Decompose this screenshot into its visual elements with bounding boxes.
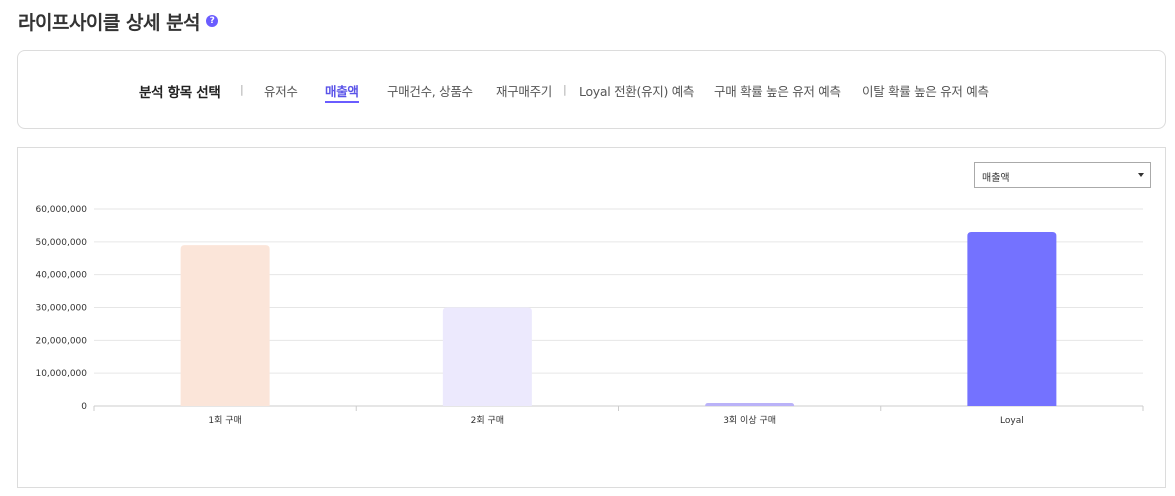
help-icon[interactable]: ? (206, 14, 219, 27)
tab-row: 분석 항목 선택 | 유저수 매출액 구매건수, 상품수 재구매주기 | Loy… (18, 81, 1165, 103)
bar-4 (967, 231, 1057, 406)
tab-separator: | (563, 83, 567, 96)
tab-heading: 분석 항목 선택 (139, 85, 221, 101)
page-title-text: 라이프사이클 상세 분석 (18, 12, 201, 34)
tab-revenue[interactable]: 매출액 (325, 81, 359, 103)
x-category-label: 1회 구매 (208, 415, 241, 426)
y-tick-label: 10,000,000 (35, 369, 87, 379)
y-tick-label: 50,000,000 (35, 238, 87, 248)
tab-purchase-count[interactable]: 구매건수, 상품수 (387, 81, 473, 100)
analysis-item-selector: 분석 항목 선택 | 유저수 매출액 구매건수, 상품수 재구매주기 | Loy… (17, 50, 1166, 129)
x-category-label: 2회 구매 (471, 415, 504, 426)
x-category-label: 3회 이상 구매 (723, 415, 776, 426)
y-tick-label: 30,000,000 (35, 304, 87, 314)
bar-1 (180, 245, 270, 406)
bar-3 (705, 403, 795, 406)
y-tick-label: 20,000,000 (35, 336, 87, 346)
tab-separator: | (240, 83, 244, 96)
x-category-label: Loyal (1000, 416, 1024, 426)
y-tick-label: 0 (81, 402, 87, 412)
chart-panel: 매출액 0 10,000,000 20,000,000 30,000,000 40,00… (17, 147, 1166, 488)
y-tick-label: 60,000,000 (35, 205, 87, 215)
bar-2 (442, 307, 532, 406)
tab-user-count[interactable]: 유저수 (264, 81, 298, 100)
y-tick-label: 40,000,000 (35, 271, 87, 281)
page-title: 라이프사이클 상세 분석 ? (18, 8, 219, 35)
tab-churn-probability[interactable]: 이탈 확률 높은 유저 예측 (862, 81, 989, 100)
tab-purchase-probability[interactable]: 구매 확률 높은 유저 예측 (714, 81, 841, 100)
tab-loyal-prediction[interactable]: Loyal 전환(유지) 예측 (579, 81, 694, 100)
tab-repurchase-cycle[interactable]: 재구매주기 (496, 81, 552, 100)
revenue-bar-chart: 0 10,000,000 20,000,000 30,000,000 40,000,00… (35, 205, 1144, 426)
